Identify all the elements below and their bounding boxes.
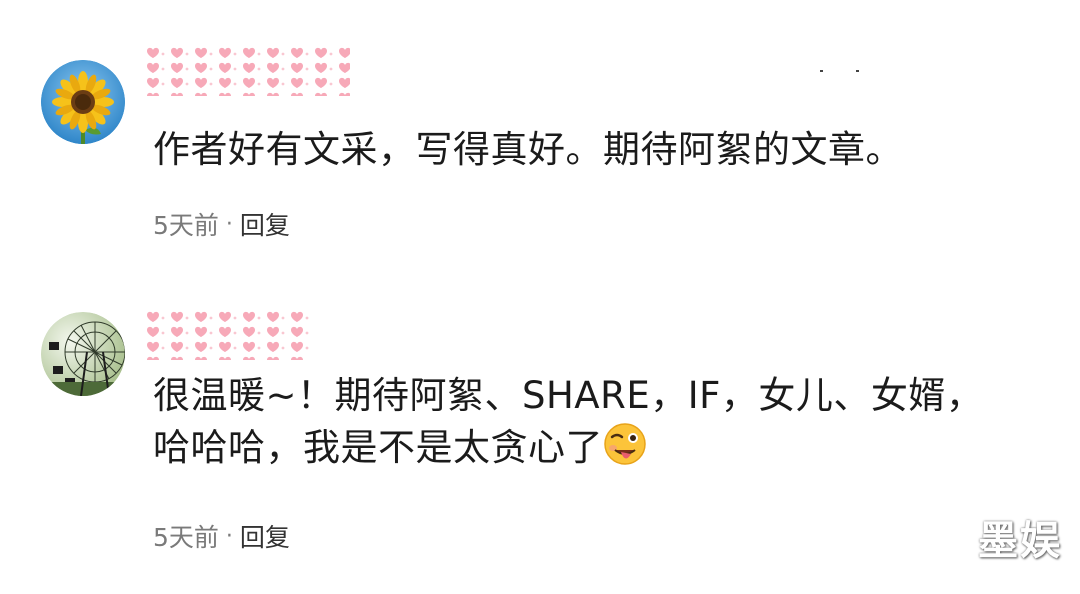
comment-text: 很温暖~！期待阿絮、SHARE，IF，女儿、女婿， 哈哈哈，我是不是太贪心了 — [153, 374, 984, 469]
hearts-mask-icon — [145, 310, 315, 360]
dust-speck — [856, 70, 859, 72]
comment-meta: 5天前 · 回复 — [153, 518, 290, 554]
sunflower-avatar-icon — [41, 60, 125, 144]
user-avatar[interactable] — [41, 312, 125, 396]
comment-item: 很温暖~！期待阿絮、SHARE，IF，女儿、女婿， 哈哈哈，我是不是太贪心了 5… — [0, 290, 1080, 594]
winking-tongue-emoji-icon — [604, 423, 646, 465]
user-avatar[interactable] — [41, 60, 125, 144]
username-redacted[interactable] — [145, 310, 315, 360]
reply-button[interactable]: 回复 — [240, 518, 290, 554]
comment-meta: 5天前 · 回复 — [153, 206, 290, 242]
comment-time: 5天前 — [153, 523, 219, 552]
comment-item: 作者好有文采，写得真好。期待阿絮的文章。 5天前 · 回复 — [0, 0, 1080, 290]
hearts-mask-icon — [145, 46, 350, 96]
username-redacted[interactable] — [145, 46, 350, 96]
reply-button[interactable]: 回复 — [240, 206, 290, 242]
meta-separator: · — [225, 523, 233, 549]
comment-text: 作者好有文采，写得真好。期待阿絮的文章。 — [153, 128, 903, 171]
comment-time: 5天前 — [153, 211, 219, 240]
watermark: 墨娱 — [978, 518, 1062, 564]
meta-separator: · — [225, 211, 233, 237]
dust-speck — [820, 70, 823, 72]
ferris-wheel-avatar-icon — [41, 312, 125, 396]
